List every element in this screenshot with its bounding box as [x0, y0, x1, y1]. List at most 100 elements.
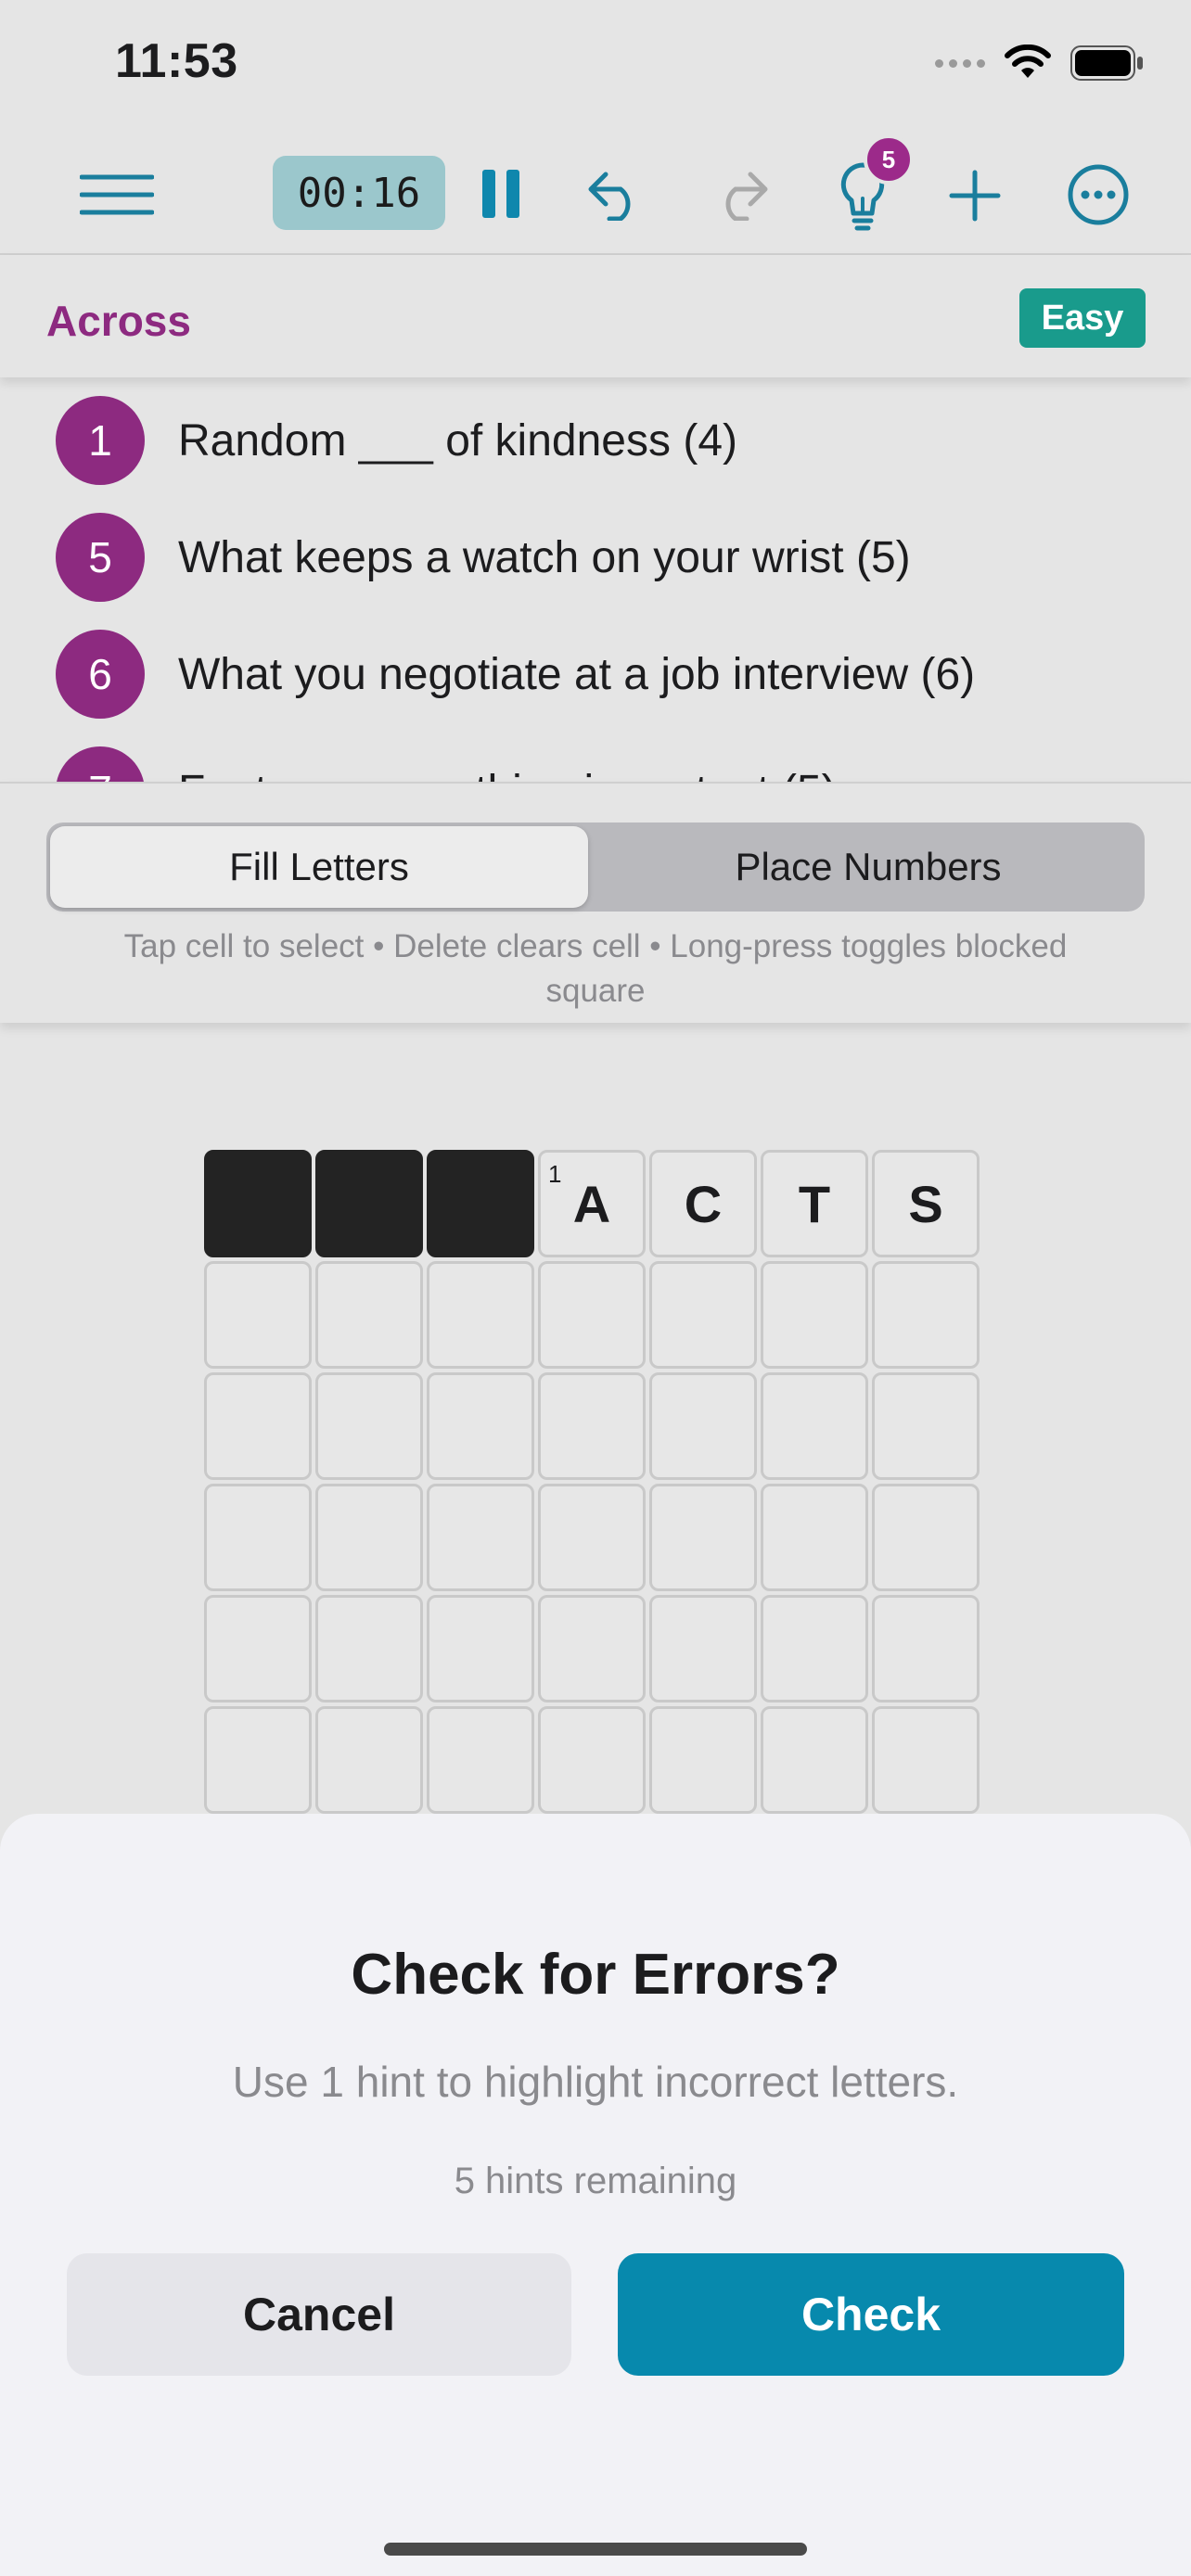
cell-letter — [875, 1264, 977, 1366]
clue-text: Features something important (5) — [178, 766, 837, 783]
grid-cell[interactable] — [538, 1372, 646, 1480]
fill-letters-segment[interactable]: Fill Letters — [50, 826, 588, 908]
menu-button[interactable] — [78, 167, 156, 223]
grid-cell[interactable] — [761, 1484, 868, 1591]
mode-segmented-control[interactable]: Fill Letters Place Numbers — [46, 823, 1145, 912]
more-options-icon — [1068, 164, 1129, 225]
grid-cell[interactable] — [649, 1706, 757, 1814]
clue-list[interactable]: 1 Random ___ of kindness (4) 5 What keep… — [0, 377, 1191, 782]
grid-cell-blocked[interactable] — [427, 1150, 534, 1257]
grid-cell[interactable] — [649, 1261, 757, 1369]
grid-cell-blocked[interactable] — [315, 1150, 423, 1257]
grid-cell[interactable] — [427, 1372, 534, 1480]
undo-button[interactable] — [577, 161, 651, 226]
cell-letter — [318, 1486, 420, 1588]
grid-cell-blocked[interactable] — [204, 1150, 312, 1257]
plus-icon — [949, 170, 1001, 222]
cell-letter: C — [684, 1174, 723, 1233]
redo-button[interactable] — [705, 161, 779, 226]
difficulty-badge: Easy — [1019, 288, 1146, 348]
cell-letter — [875, 1486, 977, 1588]
grid-cell[interactable] — [761, 1595, 868, 1702]
redo-icon — [725, 172, 768, 221]
grid-cell[interactable] — [761, 1706, 868, 1814]
grid-cell[interactable]: S — [872, 1150, 980, 1257]
cell-letter — [318, 1709, 420, 1811]
grid-cell[interactable]: 1A — [538, 1150, 646, 1257]
cell-letter — [207, 1264, 309, 1366]
grid-cell[interactable] — [204, 1484, 312, 1591]
cell-letter — [875, 1375, 977, 1477]
clue-direction-title[interactable]: Across — [46, 296, 191, 346]
cell-letter — [652, 1486, 754, 1588]
dialog-message: Use 1 hint to highlight incorrect letter… — [232, 2058, 959, 2106]
grid-cell[interactable] — [427, 1484, 534, 1591]
grid-cell[interactable] — [204, 1372, 312, 1480]
hint-count-badge: 5 — [864, 134, 914, 185]
clue-text: What keeps a watch on your wrist (5) — [178, 532, 911, 582]
grid-cell[interactable] — [649, 1484, 757, 1591]
grid-cell[interactable] — [538, 1261, 646, 1369]
grid-cell[interactable] — [872, 1261, 980, 1369]
cell-letter — [429, 1375, 531, 1477]
grid-cell[interactable] — [538, 1595, 646, 1702]
clue-item[interactable]: 5 What keeps a watch on your wrist (5) — [56, 513, 911, 602]
grid-cell[interactable] — [427, 1595, 534, 1702]
more-options-button[interactable] — [1065, 161, 1132, 228]
grid-cell[interactable] — [427, 1261, 534, 1369]
clue-item[interactable]: 1 Random ___ of kindness (4) — [56, 396, 737, 485]
grid-cell[interactable] — [649, 1372, 757, 1480]
cell-letter — [318, 1375, 420, 1477]
clue-item[interactable]: 6 What you negotiate at a job interview … — [56, 630, 975, 719]
grid-cell[interactable] — [872, 1706, 980, 1814]
grid-cell[interactable] — [315, 1372, 423, 1480]
crossword-grid[interactable]: 1A C T S — [204, 1150, 987, 1814]
cell-letter — [763, 1709, 865, 1811]
cell-letter — [763, 1598, 865, 1700]
cell-letter — [541, 1486, 643, 1588]
undo-icon — [588, 172, 631, 221]
grid-cell[interactable] — [204, 1595, 312, 1702]
toolbar: 00:16 5 — [0, 134, 1191, 254]
hamburger-menu-icon — [80, 174, 154, 215]
grid-cell[interactable] — [649, 1595, 757, 1702]
place-numbers-segment[interactable]: Place Numbers — [596, 826, 1141, 908]
status-icons — [935, 45, 1145, 82]
add-button[interactable] — [942, 163, 1007, 228]
grid-cell[interactable]: T — [761, 1150, 868, 1257]
clue-text: Random ___ of kindness (4) — [178, 415, 737, 465]
clue-text: What you negotiate at a job interview (6… — [178, 649, 976, 699]
cell-letter — [541, 1598, 643, 1700]
grid-cell[interactable] — [761, 1372, 868, 1480]
wifi-icon — [1005, 45, 1051, 78]
cell-letter — [541, 1375, 643, 1477]
pause-button[interactable] — [473, 161, 529, 226]
mode-panel: Fill Letters Place Numbers Tap cell to s… — [0, 782, 1191, 1023]
cell-letter — [429, 1709, 531, 1811]
grid-cell[interactable] — [204, 1261, 312, 1369]
grid-cell[interactable] — [872, 1484, 980, 1591]
grid-cell[interactable] — [872, 1372, 980, 1480]
grid-cell[interactable] — [315, 1484, 423, 1591]
grid-cell[interactable] — [872, 1595, 980, 1702]
clue-header: Across Easy — [0, 255, 1191, 377]
grid-cell[interactable] — [538, 1706, 646, 1814]
grid-cell[interactable] — [427, 1706, 534, 1814]
cell-letter — [763, 1375, 865, 1477]
cancel-button[interactable]: Cancel — [67, 2253, 571, 2376]
cell-letter — [652, 1264, 754, 1366]
check-button[interactable]: Check — [618, 2253, 1124, 2376]
grid-cell[interactable] — [538, 1484, 646, 1591]
clue-item[interactable]: 7 Features something important (5) — [56, 746, 837, 782]
clue-number: 7 — [56, 746, 145, 782]
cell-letter: S — [908, 1174, 943, 1233]
grid-cell[interactable]: C — [649, 1150, 757, 1257]
grid-cell[interactable] — [315, 1261, 423, 1369]
grid-cell[interactable] — [315, 1595, 423, 1702]
grid-cell[interactable] — [204, 1706, 312, 1814]
cell-letter — [875, 1598, 977, 1700]
hints-remaining-text: 5 hints remaining — [454, 2161, 737, 2201]
status-time: 11:53 — [115, 34, 238, 88]
grid-cell[interactable] — [761, 1261, 868, 1369]
grid-cell[interactable] — [315, 1706, 423, 1814]
